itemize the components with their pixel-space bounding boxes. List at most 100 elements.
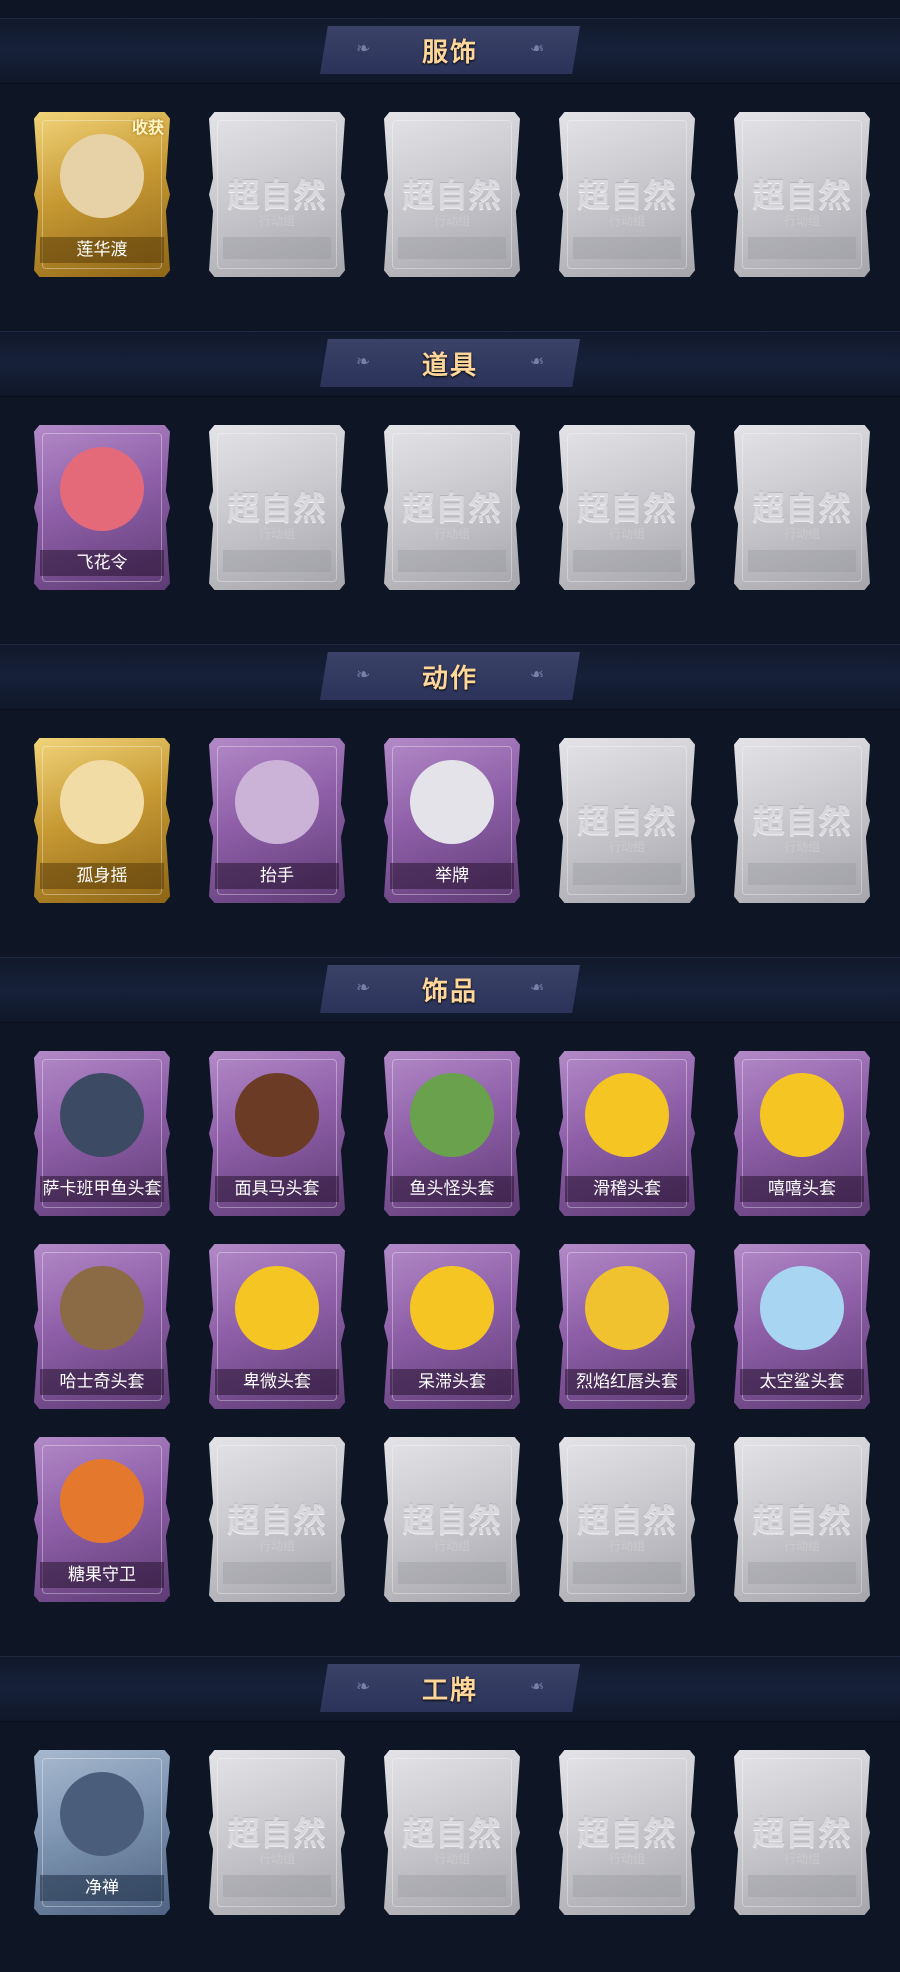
locked-item-card[interactable]: 超自然 行动组 xyxy=(384,425,520,590)
husky-head-icon xyxy=(60,1266,144,1350)
item-name: 哈士奇头套 xyxy=(40,1369,164,1395)
locked-item-card[interactable]: 超自然 行动组 xyxy=(559,112,695,277)
section-header: ❧ 道具 ❧ xyxy=(320,339,580,387)
locked-item-card[interactable]: 超自然 行动组 xyxy=(559,1437,695,1602)
locked-name-bar xyxy=(573,1562,681,1584)
obtained-badge: 收获 xyxy=(131,118,164,137)
locked-logo-subtitle: 行动组 xyxy=(433,1539,470,1553)
ornament-left-icon: ❧ xyxy=(356,1677,371,1697)
locked-item-card[interactable]: 超自然 行动组 xyxy=(209,112,345,277)
locked-name-bar xyxy=(223,237,331,259)
locked-item-card[interactable]: 超自然 行动组 xyxy=(559,738,695,903)
locked-name-bar xyxy=(748,863,856,885)
item-name: 烈焰红唇头套 xyxy=(565,1369,689,1395)
collection-item-card[interactable]: 呆滞头套 xyxy=(384,1244,520,1409)
badge-silhouette-icon xyxy=(60,1772,144,1856)
space-shark-icon xyxy=(760,1266,844,1350)
locked-item-card[interactable]: 超自然 行动组 xyxy=(559,1750,695,1915)
section-header: ❧ 动作 ❧ xyxy=(320,652,580,700)
locked-name-bar xyxy=(748,1562,856,1584)
humble-face-icon xyxy=(235,1266,319,1350)
locked-logo: 超自然 xyxy=(227,1814,327,1852)
locked-item-card[interactable]: 超自然 行动组 xyxy=(384,1437,520,1602)
flower-bouquet-icon xyxy=(60,447,144,531)
collection-item-card[interactable]: 抬手 xyxy=(209,738,345,903)
locked-logo-subtitle: 行动组 xyxy=(258,214,295,228)
locked-item-card[interactable]: 超自然 行动组 xyxy=(384,112,520,277)
locked-logo: 超自然 xyxy=(402,1501,502,1539)
locked-name-bar xyxy=(398,1562,506,1584)
collection-item-card[interactable]: 举牌 xyxy=(384,738,520,903)
ornament-right-icon: ❧ xyxy=(529,352,544,372)
item-name: 莲华渡 xyxy=(40,237,164,263)
funny-face-icon xyxy=(585,1073,669,1157)
fish-monster-head-icon xyxy=(410,1073,494,1157)
ornament-right-icon: ❧ xyxy=(529,39,544,59)
locked-logo: 超自然 xyxy=(752,1814,852,1852)
locked-item-card[interactable]: 超自然 行动组 xyxy=(734,425,870,590)
collection-item-card[interactable]: 萨卡班甲鱼头套 xyxy=(34,1051,170,1216)
ornament-right-icon: ❧ xyxy=(529,1677,544,1697)
item-name: 飞花令 xyxy=(40,550,164,576)
locked-logo-subtitle: 行动组 xyxy=(608,1539,645,1553)
section-header: ❧ 饰品 ❧ xyxy=(320,965,580,1013)
collection-item-card[interactable]: 嘻嘻头套 xyxy=(734,1051,870,1216)
locked-item-card[interactable]: 超自然 行动组 xyxy=(384,1750,520,1915)
grin-face-icon xyxy=(760,1073,844,1157)
locked-item-card[interactable]: 超自然 行动组 xyxy=(734,1437,870,1602)
locked-name-bar xyxy=(573,1875,681,1897)
collection-item-card[interactable]: 面具马头套 xyxy=(209,1051,345,1216)
locked-name-bar xyxy=(398,550,506,572)
locked-logo-subtitle: 行动组 xyxy=(783,214,820,228)
collection-item-card[interactable]: 太空鲨头套 xyxy=(734,1244,870,1409)
locked-name-bar xyxy=(223,1875,331,1897)
collection-item-card[interactable]: 飞花令 xyxy=(34,425,170,590)
locked-logo-subtitle: 行动组 xyxy=(433,1852,470,1866)
section-title: 工牌 xyxy=(421,1675,478,1706)
locked-item-card[interactable]: 超自然 行动组 xyxy=(734,112,870,277)
locked-logo: 超自然 xyxy=(577,176,677,214)
locked-logo: 超自然 xyxy=(402,489,502,527)
collection-item-card[interactable]: 哈士奇头套 xyxy=(34,1244,170,1409)
item-name: 鱼头怪头套 xyxy=(390,1176,514,1202)
section-title: 道具 xyxy=(421,350,478,381)
section-title: 饰品 xyxy=(421,976,478,1007)
locked-name-bar xyxy=(398,237,506,259)
locked-item-card[interactable]: 超自然 行动组 xyxy=(734,1750,870,1915)
collection-item-card[interactable]: 烈焰红唇头套 xyxy=(559,1244,695,1409)
locked-name-bar xyxy=(573,863,681,885)
locked-name-bar xyxy=(748,1875,856,1897)
dance-pose-icon xyxy=(60,760,144,844)
locked-item-card[interactable]: 超自然 行动组 xyxy=(209,425,345,590)
locked-logo: 超自然 xyxy=(752,1501,852,1539)
locked-logo: 超自然 xyxy=(227,1501,327,1539)
locked-item-card[interactable]: 超自然 行动组 xyxy=(209,1750,345,1915)
collection-item-card[interactable]: 鱼头怪头套 xyxy=(384,1051,520,1216)
locked-name-bar xyxy=(223,1562,331,1584)
locked-logo-subtitle: 行动组 xyxy=(783,840,820,854)
hold-sign-icon xyxy=(410,760,494,844)
collection-item-card[interactable]: 卑微头套 xyxy=(209,1244,345,1409)
collection-item-card[interactable]: 净禅 xyxy=(34,1750,170,1915)
section-title: 动作 xyxy=(421,663,478,694)
locked-item-card[interactable]: 超自然 行动组 xyxy=(209,1437,345,1602)
locked-name-bar xyxy=(573,550,681,572)
collection-item-card[interactable]: 收获莲华渡 xyxy=(34,112,170,277)
collection-item-card[interactable]: 孤身摇 xyxy=(34,738,170,903)
costume-portrait-icon xyxy=(60,134,144,218)
locked-logo: 超自然 xyxy=(402,176,502,214)
locked-logo-subtitle: 行动组 xyxy=(258,1539,295,1553)
collection-item-card[interactable]: 滑稽头套 xyxy=(559,1051,695,1216)
section-header: ❧ 工牌 ❧ xyxy=(320,1664,580,1712)
locked-logo: 超自然 xyxy=(752,489,852,527)
ornament-left-icon: ❧ xyxy=(356,978,371,998)
locked-item-card[interactable]: 超自然 行动组 xyxy=(559,425,695,590)
item-name: 萨卡班甲鱼头套 xyxy=(40,1176,164,1202)
locked-logo: 超自然 xyxy=(577,1814,677,1852)
locked-item-card[interactable]: 超自然 行动组 xyxy=(734,738,870,903)
locked-name-bar xyxy=(748,550,856,572)
collection-item-card[interactable]: 糖果守卫 xyxy=(34,1437,170,1602)
item-name: 糖果守卫 xyxy=(40,1562,164,1588)
fish-head-icon xyxy=(60,1073,144,1157)
pumpkin-guard-icon xyxy=(60,1459,144,1543)
